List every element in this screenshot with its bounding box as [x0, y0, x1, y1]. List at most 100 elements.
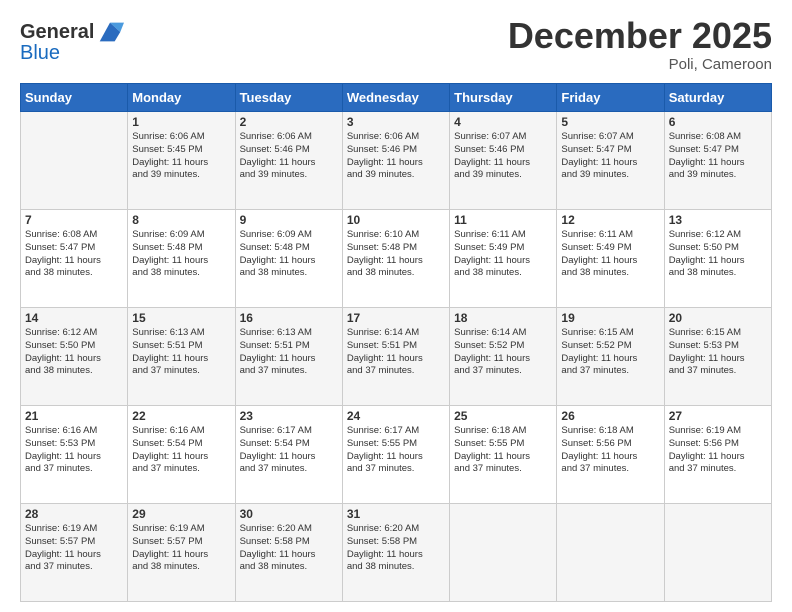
weekday-header-monday: Monday [128, 84, 235, 112]
calendar-cell: 15Sunrise: 6:13 AM Sunset: 5:51 PM Dayli… [128, 308, 235, 406]
day-number: 16 [240, 311, 338, 325]
calendar-cell: 25 Sunrise: 6:18 AM Sunset: 5:55 PM Dayli… [450, 406, 557, 504]
day-number: 7 [25, 213, 123, 227]
calendar-week-row: 28 Sunrise: 6:19 AM Sunset: 5:57 PM Dayli… [21, 504, 772, 602]
day-info: Sunrise: 6:10 AM Sunset: 5:48 PM Dayligh… [347, 229, 445, 280]
calendar-cell: 14Sunrise: 6:12 AM Sunset: 5:50 PM Dayli… [21, 308, 128, 406]
day-number: 20 [669, 311, 767, 325]
day-number: 30 [240, 507, 338, 521]
logo-area: General Blue [20, 18, 124, 65]
day-info: Sunrise: 6:15 AM Sunset: 5:52 PM Dayligh… [561, 327, 659, 378]
location: Poli, Cameroon [508, 56, 772, 73]
day-number: 17 [347, 311, 445, 325]
calendar-cell [21, 112, 128, 210]
calendar-cell: 13 Sunrise: 6:12 AM Sunset: 5:50 PM Dayli… [664, 210, 771, 308]
calendar-cell: 18 Sunrise: 6:14 AM Sunset: 5:52 PM Dayli… [450, 308, 557, 406]
calendar-cell: 1 Sunrise: 6:06 AM Sunset: 5:45 PM Daylig… [128, 112, 235, 210]
day-number: 28 [25, 507, 123, 521]
day-info: Sunrise: 6:11 AM Sunset: 5:49 PM Dayligh… [454, 229, 552, 280]
header: General Blue December 2025 Poli, Cameroo… [20, 18, 772, 73]
weekday-header-row: SundayMondayTuesdayWednesdayThursdayFrid… [21, 84, 772, 112]
calendar-cell [450, 504, 557, 602]
day-info: Sunrise: 6:19 AM Sunset: 5:56 PM Dayligh… [669, 425, 767, 476]
title-area: December 2025 Poli, Cameroon [508, 18, 772, 73]
day-number: 31 [347, 507, 445, 521]
day-info: Sunrise: 6:19 AM Sunset: 5:57 PM Dayligh… [25, 523, 123, 574]
day-info: Sunrise: 6:08 AM Sunset: 5:47 PM Dayligh… [25, 229, 123, 280]
day-number: 11 [454, 213, 552, 227]
day-info: Sunrise: 6:16 AM Sunset: 5:53 PM Dayligh… [25, 425, 123, 476]
day-number: 15 [132, 311, 230, 325]
day-number: 12 [561, 213, 659, 227]
calendar-cell: 16Sunrise: 6:13 AM Sunset: 5:51 PM Dayli… [235, 308, 342, 406]
day-info: Sunrise: 6:06 AM Sunset: 5:46 PM Dayligh… [347, 131, 445, 182]
calendar-cell: 31Sunrise: 6:20 AM Sunset: 5:58 PM Dayli… [342, 504, 449, 602]
weekday-header-saturday: Saturday [664, 84, 771, 112]
day-info: Sunrise: 6:11 AM Sunset: 5:49 PM Dayligh… [561, 229, 659, 280]
day-info: Sunrise: 6:06 AM Sunset: 5:45 PM Dayligh… [132, 131, 230, 182]
calendar-cell: 11 Sunrise: 6:11 AM Sunset: 5:49 PM Dayli… [450, 210, 557, 308]
day-number: 18 [454, 311, 552, 325]
calendar-cell: 17 Sunrise: 6:14 AM Sunset: 5:51 PM Dayli… [342, 308, 449, 406]
calendar-cell: 5Sunrise: 6:07 AM Sunset: 5:47 PM Daylig… [557, 112, 664, 210]
day-info: Sunrise: 6:06 AM Sunset: 5:46 PM Dayligh… [240, 131, 338, 182]
page: General Blue December 2025 Poli, Cameroo… [0, 0, 792, 612]
calendar-week-row: 7 Sunrise: 6:08 AM Sunset: 5:47 PM Daylig… [21, 210, 772, 308]
day-number: 9 [240, 213, 338, 227]
day-number: 22 [132, 409, 230, 423]
day-number: 2 [240, 115, 338, 129]
logo-general-text: General [20, 21, 94, 44]
day-number: 5 [561, 115, 659, 129]
day-info: Sunrise: 6:18 AM Sunset: 5:55 PM Dayligh… [454, 425, 552, 476]
day-number: 4 [454, 115, 552, 129]
calendar-cell: 27 Sunrise: 6:19 AM Sunset: 5:56 PM Dayli… [664, 406, 771, 504]
day-info: Sunrise: 6:12 AM Sunset: 5:50 PM Dayligh… [669, 229, 767, 280]
calendar-cell: 20Sunrise: 6:15 AM Sunset: 5:53 PM Dayli… [664, 308, 771, 406]
calendar-cell: 30 Sunrise: 6:20 AM Sunset: 5:58 PM Dayli… [235, 504, 342, 602]
calendar-week-row: 21 Sunrise: 6:16 AM Sunset: 5:53 PM Dayli… [21, 406, 772, 504]
calendar-cell: 21 Sunrise: 6:16 AM Sunset: 5:53 PM Dayli… [21, 406, 128, 504]
calendar-cell: 23Sunrise: 6:17 AM Sunset: 5:54 PM Dayli… [235, 406, 342, 504]
calendar-table: SundayMondayTuesdayWednesdayThursdayFrid… [20, 83, 772, 602]
day-number: 1 [132, 115, 230, 129]
calendar-cell: 2 Sunrise: 6:06 AM Sunset: 5:46 PM Daylig… [235, 112, 342, 210]
day-info: Sunrise: 6:09 AM Sunset: 5:48 PM Dayligh… [132, 229, 230, 280]
day-info: Sunrise: 6:17 AM Sunset: 5:54 PM Dayligh… [240, 425, 338, 476]
logo-blue-text: Blue [20, 42, 60, 64]
day-info: Sunrise: 6:08 AM Sunset: 5:47 PM Dayligh… [669, 131, 767, 182]
logo-icon [96, 18, 124, 46]
day-number: 27 [669, 409, 767, 423]
day-number: 21 [25, 409, 123, 423]
day-info: Sunrise: 6:16 AM Sunset: 5:54 PM Dayligh… [132, 425, 230, 476]
day-info: Sunrise: 6:14 AM Sunset: 5:52 PM Dayligh… [454, 327, 552, 378]
calendar-cell: 3Sunrise: 6:06 AM Sunset: 5:46 PM Daylig… [342, 112, 449, 210]
calendar-cell: 10Sunrise: 6:10 AM Sunset: 5:48 PM Dayli… [342, 210, 449, 308]
calendar-cell: 22 Sunrise: 6:16 AM Sunset: 5:54 PM Dayli… [128, 406, 235, 504]
day-info: Sunrise: 6:14 AM Sunset: 5:51 PM Dayligh… [347, 327, 445, 378]
day-info: Sunrise: 6:09 AM Sunset: 5:48 PM Dayligh… [240, 229, 338, 280]
calendar-cell: 8 Sunrise: 6:09 AM Sunset: 5:48 PM Daylig… [128, 210, 235, 308]
day-info: Sunrise: 6:18 AM Sunset: 5:56 PM Dayligh… [561, 425, 659, 476]
calendar-week-row: 14Sunrise: 6:12 AM Sunset: 5:50 PM Dayli… [21, 308, 772, 406]
day-info: Sunrise: 6:19 AM Sunset: 5:57 PM Dayligh… [132, 523, 230, 574]
weekday-header-wednesday: Wednesday [342, 84, 449, 112]
weekday-header-friday: Friday [557, 84, 664, 112]
day-number: 19 [561, 311, 659, 325]
calendar-cell: 19 Sunrise: 6:15 AM Sunset: 5:52 PM Dayli… [557, 308, 664, 406]
weekday-header-thursday: Thursday [450, 84, 557, 112]
calendar-cell: 7 Sunrise: 6:08 AM Sunset: 5:47 PM Daylig… [21, 210, 128, 308]
calendar-cell: 26 Sunrise: 6:18 AM Sunset: 5:56 PM Dayli… [557, 406, 664, 504]
day-number: 8 [132, 213, 230, 227]
day-number: 26 [561, 409, 659, 423]
day-number: 13 [669, 213, 767, 227]
day-info: Sunrise: 6:17 AM Sunset: 5:55 PM Dayligh… [347, 425, 445, 476]
calendar-cell: 9 Sunrise: 6:09 AM Sunset: 5:48 PM Daylig… [235, 210, 342, 308]
calendar-cell: 12 Sunrise: 6:11 AM Sunset: 5:49 PM Dayli… [557, 210, 664, 308]
calendar-week-row: 1 Sunrise: 6:06 AM Sunset: 5:45 PM Daylig… [21, 112, 772, 210]
day-info: Sunrise: 6:20 AM Sunset: 5:58 PM Dayligh… [240, 523, 338, 574]
calendar-cell: 28 Sunrise: 6:19 AM Sunset: 5:57 PM Dayli… [21, 504, 128, 602]
day-number: 25 [454, 409, 552, 423]
calendar-cell: 24Sunrise: 6:17 AM Sunset: 5:55 PM Dayli… [342, 406, 449, 504]
day-info: Sunrise: 6:12 AM Sunset: 5:50 PM Dayligh… [25, 327, 123, 378]
calendar-cell [557, 504, 664, 602]
